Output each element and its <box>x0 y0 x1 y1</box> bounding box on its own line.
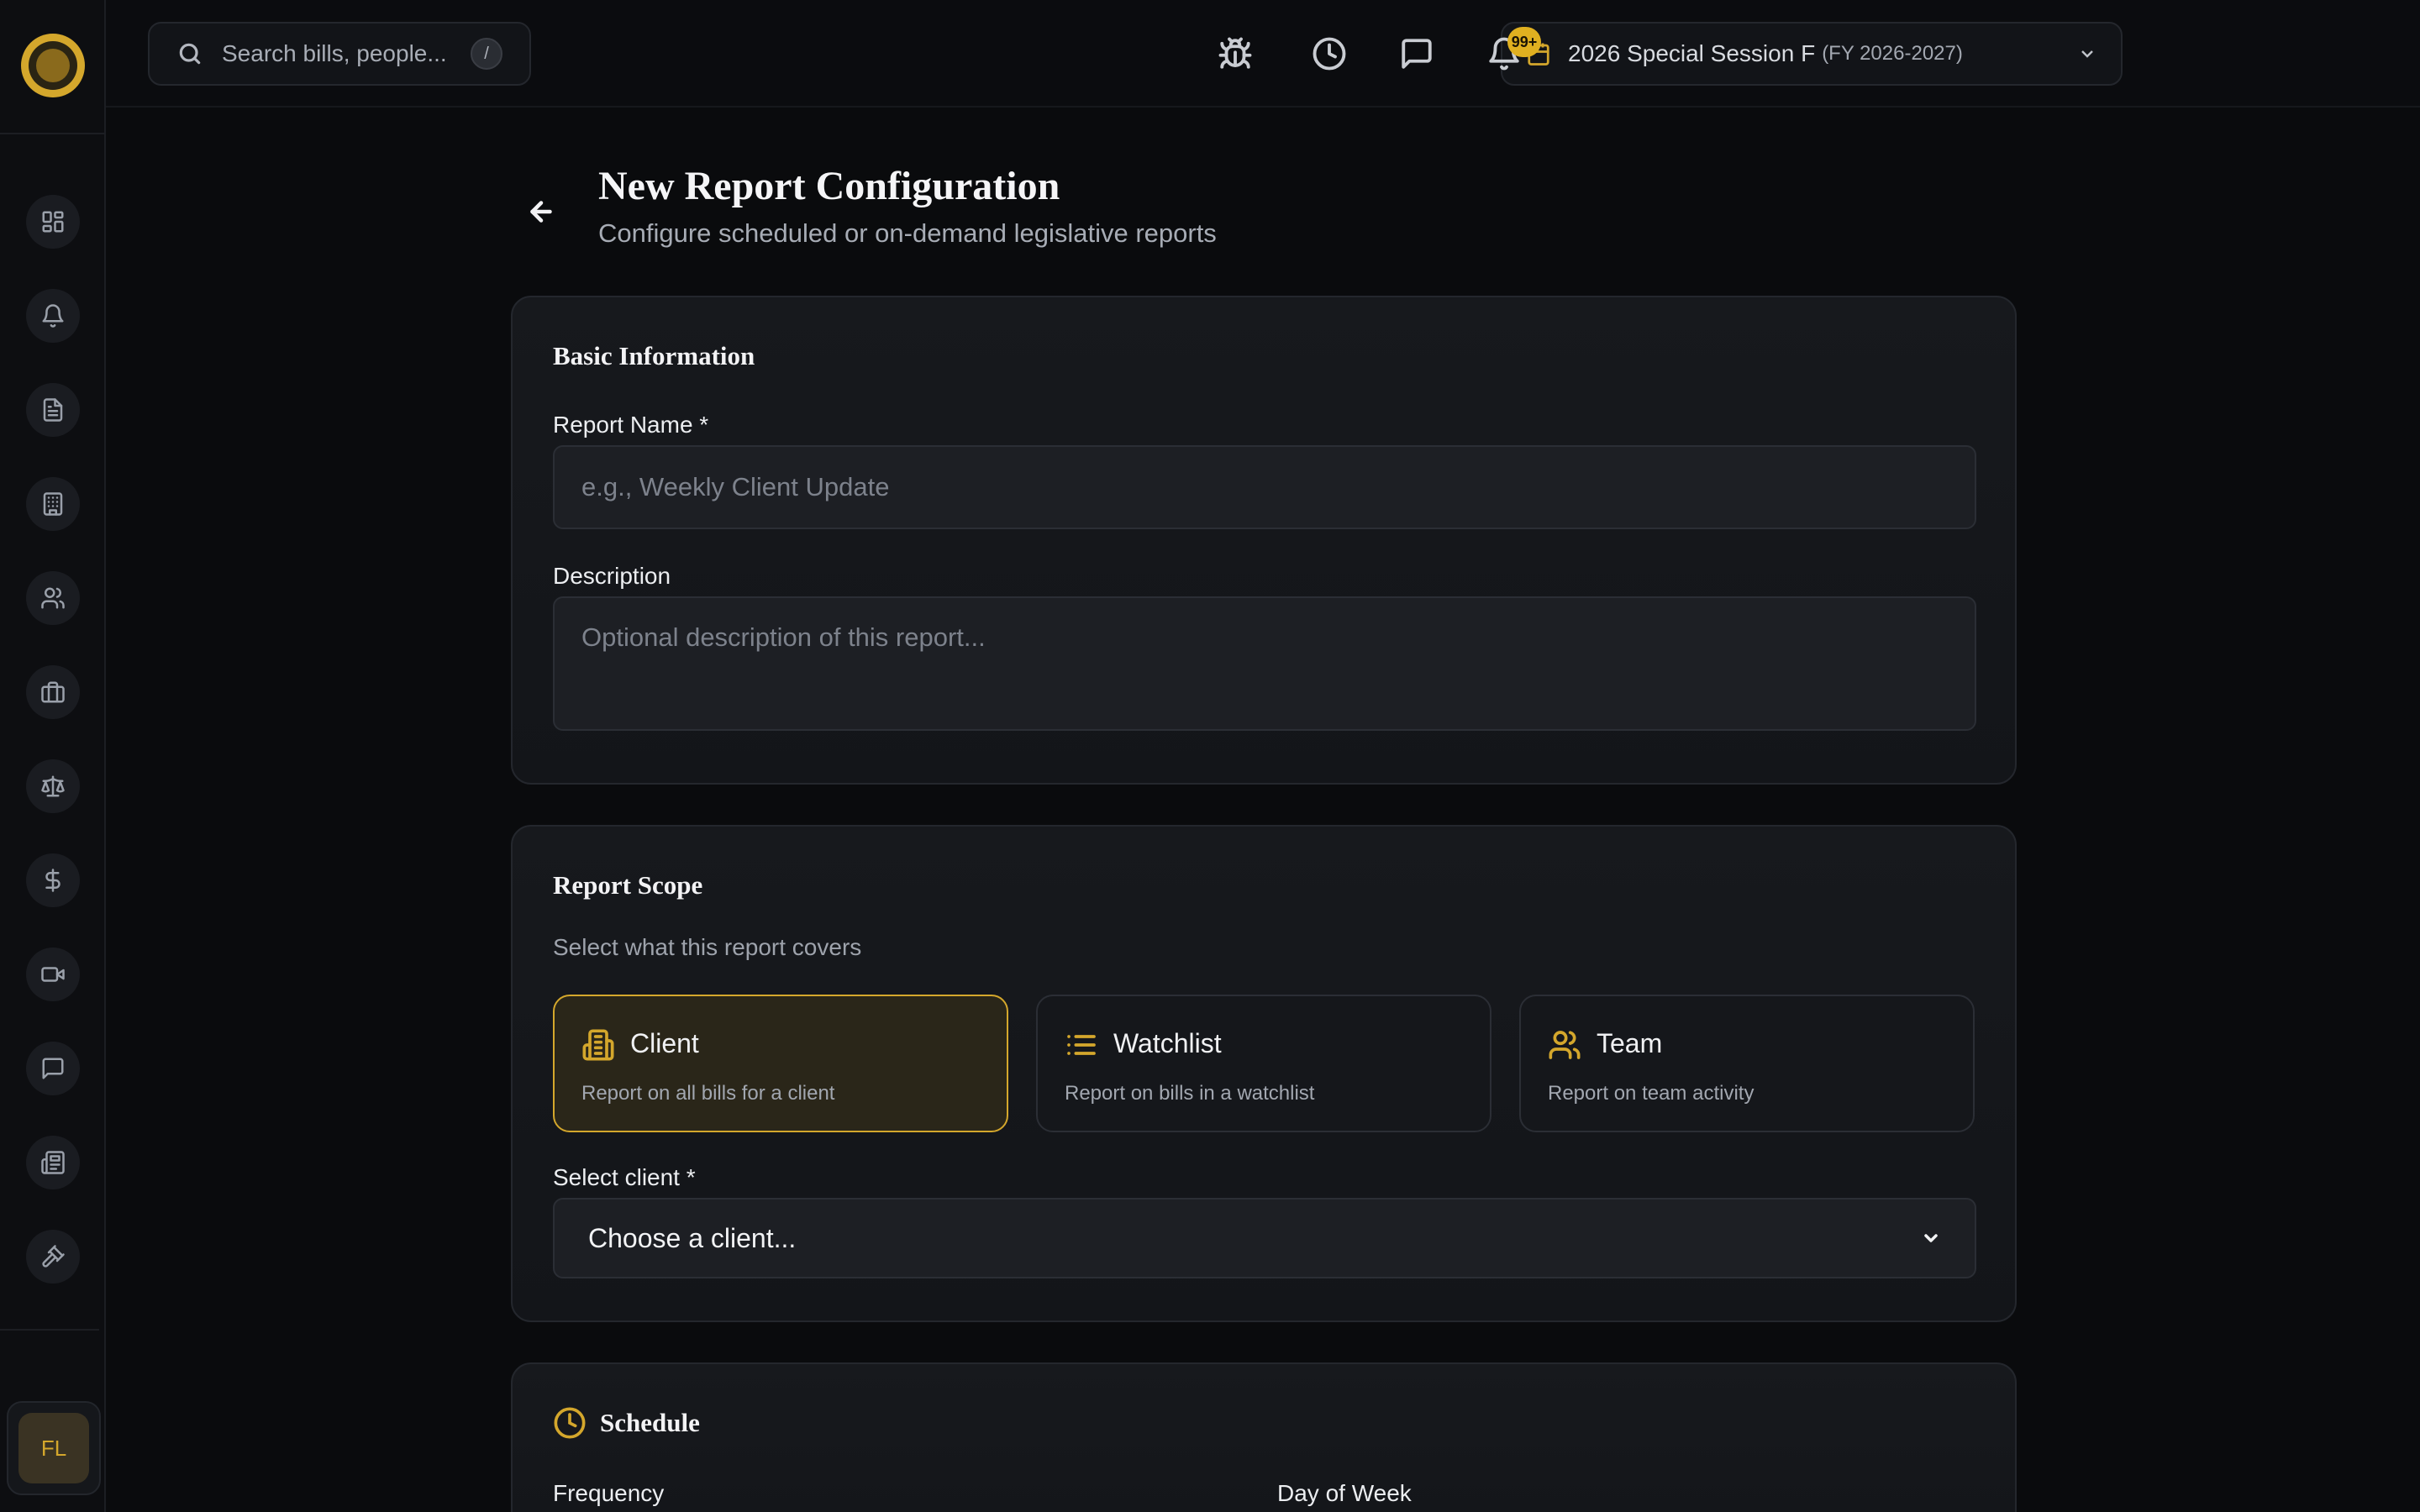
report-scope-card: Report Scope Select what this report cov… <box>511 825 2017 1322</box>
list-icon <box>1067 1035 1096 1055</box>
users-icon <box>1549 1031 1581 1059</box>
sidebar-item-hearings[interactable] <box>26 948 80 1001</box>
arrow-left-icon <box>530 201 552 223</box>
topbar: Search bills, people... / 2026 Special S… <box>106 0 2420 108</box>
chevron-down-icon <box>1924 1234 1938 1242</box>
sidebar-item-people[interactable] <box>26 571 80 625</box>
building-icon <box>43 492 63 516</box>
search-shortcut-hint: / <box>471 38 502 70</box>
bell-icon <box>42 304 64 328</box>
page-title: New Report Configuration <box>598 164 1060 208</box>
newspaper-icon <box>41 1151 65 1174</box>
session-name: 2026 Special Session F <box>1568 40 1816 66</box>
notifications-button[interactable]: 99+ <box>1484 27 1541 74</box>
clock-icon <box>1313 37 1346 71</box>
messages-button[interactable] <box>1397 34 1437 74</box>
sidebar-item-votes[interactable] <box>26 1230 80 1284</box>
dollar-icon <box>45 869 60 892</box>
bug-icon <box>1218 37 1252 69</box>
session-selector[interactable]: 2026 Special Session F (FY 2026-2027) <box>1501 22 2123 86</box>
users-icon <box>41 587 65 609</box>
report-name-input[interactable]: e.g., Weekly Client Update <box>553 445 1976 529</box>
chevron-down-icon <box>2081 50 2093 58</box>
scope-option-client[interactable]: Client Report on all bills for a client <box>553 995 1008 1132</box>
report-bug-button[interactable] <box>1215 34 1255 74</box>
sidebar-item-organizations[interactable] <box>26 477 80 531</box>
message-icon <box>42 1058 64 1079</box>
app-logo[interactable] <box>21 34 85 97</box>
sidebar-item-finance[interactable] <box>26 853 80 907</box>
option-description: Report on all bills for a client <box>581 1082 835 1105</box>
user-menu[interactable]: FL <box>7 1401 101 1495</box>
description-textarea[interactable]: Optional description of this report... <box>553 596 1976 731</box>
sidebar-item-alerts[interactable] <box>26 289 80 343</box>
scale-icon <box>41 775 65 797</box>
notification-badge: 99+ <box>1507 27 1541 57</box>
section-title: Basic Information <box>553 341 755 370</box>
section-title: Schedule <box>600 1408 700 1437</box>
option-description: Report on team activity <box>1548 1082 1754 1105</box>
dashboard-icon <box>42 211 64 233</box>
sidebar-item-dashboard[interactable] <box>26 195 80 249</box>
sidebar-item-messages[interactable] <box>26 1042 80 1095</box>
gavel-icon <box>42 1245 65 1268</box>
sidebar-divider <box>0 1329 99 1331</box>
briefcase-icon <box>41 681 65 703</box>
schedule-card: Schedule Frequency Day of Week <box>511 1362 2017 1512</box>
search-input[interactable]: Search bills, people... / <box>148 22 531 86</box>
client-select-value: Choose a client... <box>588 1222 797 1253</box>
basic-information-card: Basic Information Report Name * e.g., We… <box>511 296 2017 785</box>
document-icon <box>43 398 63 422</box>
option-title: Watchlist <box>1113 1028 1222 1058</box>
search-placeholder: Search bills, people... <box>222 40 447 66</box>
page-subtitle: Configure scheduled or on-demand legisla… <box>598 218 1217 248</box>
section-subtitle: Select what this report covers <box>553 934 862 960</box>
option-description: Report on bills in a watchlist <box>1065 1082 1315 1105</box>
sidebar-item-clients[interactable] <box>26 665 80 719</box>
building-icon <box>582 1029 614 1061</box>
sidebar-item-bills[interactable] <box>26 383 80 437</box>
description-label: Description <box>553 563 671 589</box>
option-title: Team <box>1597 1028 1663 1058</box>
section-title: Report Scope <box>553 870 703 900</box>
client-select[interactable]: Choose a client... <box>553 1198 1976 1278</box>
day-of-week-label: Day of Week <box>1277 1480 1412 1506</box>
message-icon <box>1402 39 1432 69</box>
video-icon <box>41 967 65 982</box>
history-button[interactable] <box>1309 34 1349 74</box>
sidebar: FL <box>0 0 106 1512</box>
logo-area <box>0 0 104 134</box>
scope-option-team[interactable]: Team Report on team activity <box>1519 995 1975 1132</box>
report-name-label: Report Name * <box>553 412 709 438</box>
avatar: FL <box>18 1413 89 1483</box>
sidebar-item-legal[interactable] <box>26 759 80 813</box>
search-icon <box>179 43 201 65</box>
option-title: Client <box>630 1028 699 1058</box>
sidebar-item-news[interactable] <box>26 1136 80 1189</box>
back-button[interactable] <box>511 181 571 242</box>
scope-option-watchlist[interactable]: Watchlist Report on bills in a watchlist <box>1036 995 1491 1132</box>
session-fiscal-year: (FY 2026-2027) <box>1822 42 1963 65</box>
clock-icon <box>554 1407 586 1439</box>
select-client-label: Select client * <box>553 1164 696 1190</box>
frequency-label: Frequency <box>553 1480 665 1506</box>
